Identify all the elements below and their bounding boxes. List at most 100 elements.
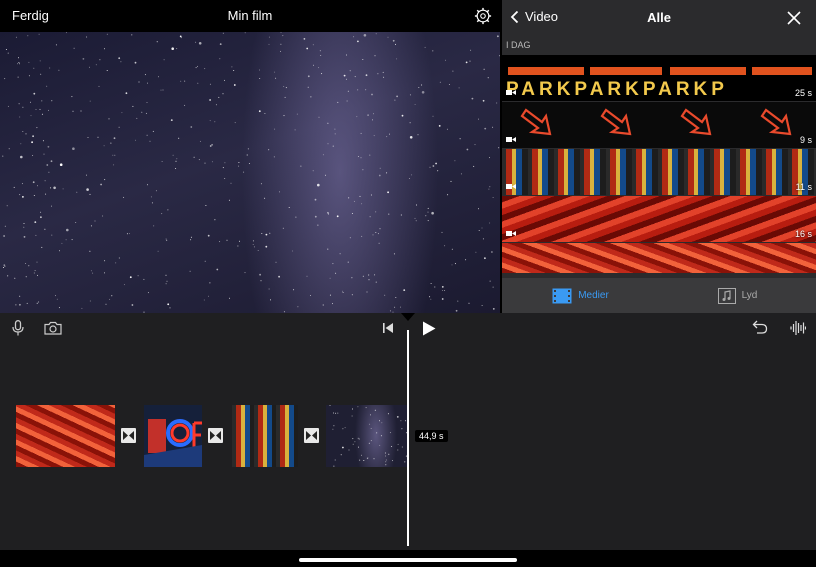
media-clip-red-fan[interactable] bbox=[502, 243, 816, 273]
star bbox=[211, 161, 213, 163]
playhead[interactable] bbox=[407, 330, 409, 546]
star bbox=[33, 67, 35, 69]
transition-button[interactable] bbox=[304, 428, 319, 443]
star bbox=[178, 137, 180, 139]
star bbox=[89, 100, 91, 102]
star bbox=[163, 59, 165, 61]
media-clip-arrows[interactable]: 9 s bbox=[502, 102, 816, 148]
star bbox=[42, 140, 44, 142]
star bbox=[283, 86, 285, 87]
star bbox=[51, 205, 52, 207]
star bbox=[199, 140, 201, 142]
star bbox=[327, 143, 329, 145]
star bbox=[114, 154, 116, 156]
star bbox=[432, 165, 435, 167]
star bbox=[492, 126, 494, 128]
star bbox=[374, 409, 376, 411]
star bbox=[165, 238, 167, 240]
star bbox=[388, 213, 390, 215]
star bbox=[322, 304, 324, 306]
star bbox=[368, 274, 370, 276]
star bbox=[113, 137, 116, 140]
star bbox=[36, 127, 38, 129]
star bbox=[379, 167, 381, 169]
star bbox=[310, 96, 312, 98]
star bbox=[125, 92, 128, 95]
transition-button[interactable] bbox=[208, 428, 223, 443]
media-clip-red-lights[interactable]: 16 s bbox=[502, 196, 816, 242]
skip-to-start-icon[interactable] bbox=[382, 322, 394, 334]
star bbox=[337, 412, 339, 414]
star bbox=[394, 306, 396, 308]
video-preview[interactable] bbox=[0, 32, 500, 313]
star bbox=[32, 135, 34, 138]
star bbox=[293, 289, 295, 291]
star bbox=[369, 154, 371, 156]
star bbox=[259, 273, 261, 276]
star bbox=[377, 233, 379, 235]
star bbox=[231, 66, 233, 68]
star bbox=[157, 250, 159, 252]
media-clip-park[interactable]: PARKPARKPARKP 25 s bbox=[502, 55, 816, 101]
star bbox=[288, 207, 290, 208]
star bbox=[383, 76, 385, 78]
timeline-clip-red-fan[interactable] bbox=[16, 405, 115, 467]
star bbox=[351, 294, 353, 296]
media-browser-panel: Video Alle I DAG PARKPARKPARKP 25 s 9 s … bbox=[502, 0, 816, 313]
camera-icon[interactable] bbox=[44, 321, 62, 335]
timeline-clip-neon-open[interactable] bbox=[144, 405, 202, 467]
star bbox=[71, 96, 73, 98]
star bbox=[465, 61, 468, 64]
tab-media[interactable]: Medier bbox=[502, 278, 659, 313]
star bbox=[30, 101, 31, 103]
star bbox=[339, 253, 341, 255]
star bbox=[219, 58, 221, 60]
star bbox=[87, 137, 89, 138]
star bbox=[71, 239, 73, 241]
star bbox=[195, 67, 197, 69]
star bbox=[143, 278, 145, 280]
project-duration-badge: 44,9 s bbox=[415, 430, 448, 442]
star bbox=[489, 186, 491, 188]
star bbox=[317, 183, 320, 187]
star bbox=[351, 213, 353, 214]
star bbox=[76, 191, 78, 193]
undo-icon[interactable] bbox=[752, 320, 768, 334]
star bbox=[361, 203, 363, 205]
play-icon[interactable] bbox=[422, 321, 436, 336]
star bbox=[368, 442, 370, 444]
star bbox=[153, 225, 155, 227]
gear-icon[interactable] bbox=[474, 7, 492, 25]
timeline-clip-milky-way[interactable] bbox=[326, 405, 408, 467]
microphone-icon[interactable] bbox=[12, 320, 24, 336]
star bbox=[362, 59, 364, 60]
star bbox=[482, 99, 485, 102]
star bbox=[135, 139, 136, 141]
playhead-marker bbox=[401, 313, 415, 321]
star bbox=[327, 122, 329, 124]
audio-waveform-icon[interactable] bbox=[790, 320, 806, 336]
close-icon[interactable] bbox=[786, 10, 802, 26]
star bbox=[401, 446, 403, 448]
star bbox=[105, 303, 107, 305]
park-sign-text: PARKPARKPARKP bbox=[506, 79, 728, 100]
transition-button[interactable] bbox=[121, 428, 136, 443]
timeline-clip-city-signs[interactable] bbox=[232, 405, 298, 467]
star bbox=[348, 197, 350, 199]
home-indicator[interactable] bbox=[299, 558, 517, 562]
star bbox=[363, 460, 365, 461]
star bbox=[481, 305, 483, 306]
star bbox=[367, 114, 369, 116]
tab-audio[interactable]: Lyd bbox=[659, 278, 816, 313]
project-title: Min film bbox=[227, 8, 273, 23]
star bbox=[312, 44, 314, 46]
star bbox=[342, 446, 344, 449]
star bbox=[278, 275, 280, 278]
media-clip-city-signs[interactable]: 11 s bbox=[502, 149, 816, 195]
star bbox=[8, 148, 10, 150]
star bbox=[147, 184, 148, 186]
star bbox=[342, 428, 344, 430]
star bbox=[378, 242, 380, 244]
star bbox=[408, 178, 410, 179]
star bbox=[340, 454, 342, 456]
